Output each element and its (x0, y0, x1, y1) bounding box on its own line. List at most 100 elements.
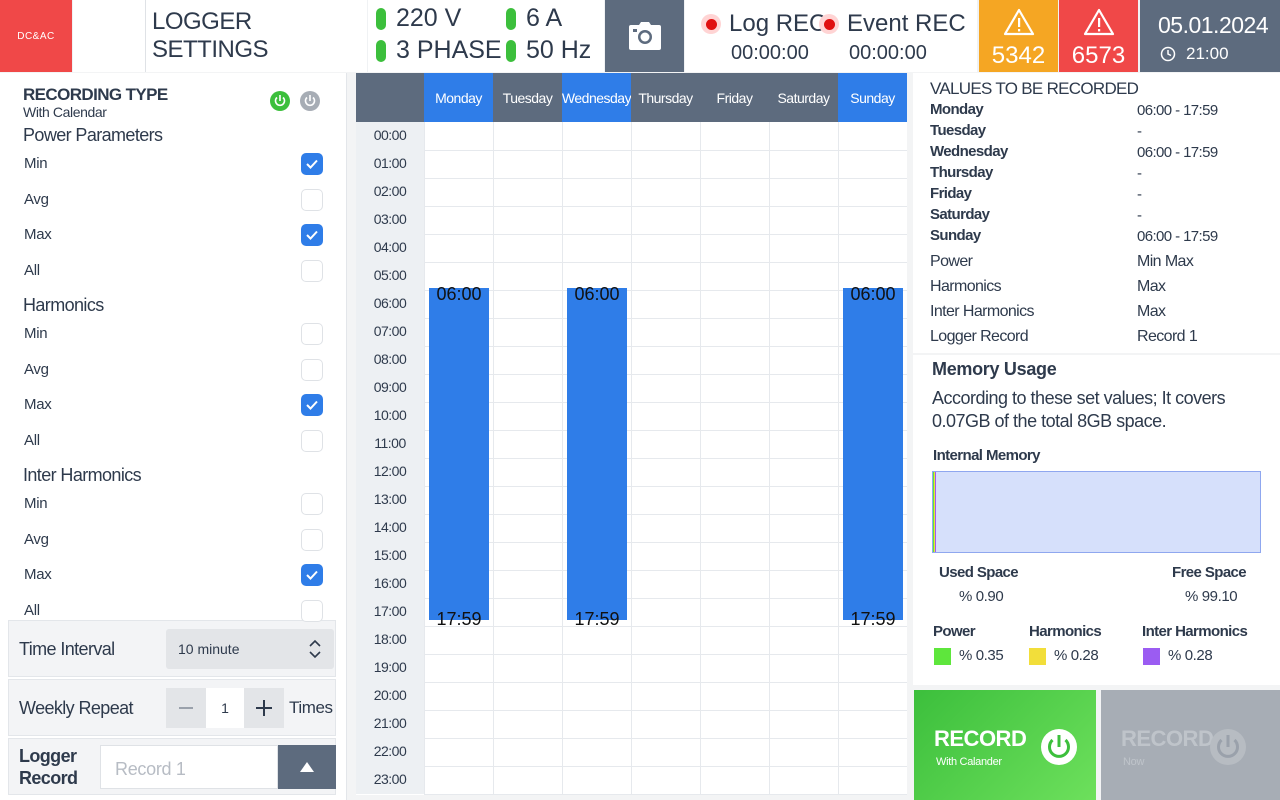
page-title-box: LOGGER SETTINGS (145, 0, 367, 72)
logger-record-input[interactable]: Record 1 (100, 745, 278, 789)
schedule-block[interactable]: 06:00 17:59 (843, 284, 903, 629)
day-header-wednesday[interactable]: Wednesday (562, 73, 632, 122)
log-rec-time: 00:00:00 (731, 42, 809, 64)
option-label: Min (24, 495, 48, 512)
option-label: Max (24, 566, 52, 583)
day-header-saturday[interactable]: Saturday (769, 73, 838, 122)
log-rec-status[interactable]: Log REC 00:00:00 (701, 10, 826, 65)
value-day-range: - (1137, 207, 1142, 224)
logo[interactable]: DC&AC (0, 0, 72, 72)
measurement-summary: 220 V 6 A 3 PHASE 50 Hz (368, 0, 604, 72)
phase-readout: 3 PHASE (376, 36, 502, 65)
now-mode-power-icon[interactable] (300, 91, 320, 111)
memory-usage-panel: Memory Usage According to these set valu… (913, 355, 1280, 685)
value-param-value: Record 1 (1137, 328, 1198, 345)
option-checkbox[interactable] (301, 224, 323, 246)
used-space-value: % 0.90 (959, 588, 1004, 605)
option-checkbox[interactable] (301, 394, 323, 416)
option-label: Max (24, 396, 52, 413)
time-interval-row: Time Interval 10 minute (8, 620, 336, 677)
value-param-label: Power (930, 253, 973, 270)
power-icon (1210, 729, 1246, 765)
option-checkbox[interactable] (301, 493, 323, 515)
weekly-repeat-value[interactable]: 1 (206, 688, 244, 728)
hour-label: 02:00 (373, 183, 407, 199)
day-header-sunday[interactable]: Sunday (838, 73, 907, 122)
record-now-button[interactable]: RECORD Now (1101, 690, 1280, 800)
header-spacer (73, 0, 145, 72)
grid-divider (424, 766, 907, 767)
inter-harmonics-category-value: % 0.28 (1168, 647, 1213, 664)
logger-record-label-line2: Record (19, 768, 78, 788)
increment-button[interactable] (244, 688, 284, 728)
hour-label: 08:00 (373, 351, 407, 367)
option-label: All (24, 431, 40, 449)
grid-divider (424, 542, 907, 543)
status-dot (376, 39, 386, 62)
option-checkbox[interactable] (301, 358, 323, 381)
block-end-time: 17:59 (574, 609, 620, 629)
critical-alarm-button[interactable]: 6573 (1059, 0, 1138, 72)
frequency-value: 50 Hz (526, 36, 592, 64)
hour-label: 10:00 (373, 407, 407, 423)
logger-record-dropdown-button[interactable] (278, 745, 336, 789)
day-header-friday[interactable]: Friday (700, 73, 769, 122)
option-checkbox[interactable] (301, 564, 323, 586)
critical-count: 6573 (1071, 42, 1126, 69)
grid-divider (424, 710, 907, 711)
option-checkbox[interactable] (301, 323, 323, 345)
day-header-tuesday[interactable]: Tuesday (493, 73, 562, 122)
event-rec-status[interactable]: Event REC 00:00:00 (819, 10, 966, 65)
clock-icon (1160, 46, 1176, 62)
calendar-corner (356, 73, 424, 122)
power-color-swatch (934, 648, 951, 665)
record-now-subtitle: Now (1123, 756, 1145, 768)
power-icon (1041, 729, 1077, 765)
calendar-mode-power-icon[interactable] (270, 91, 290, 111)
voltage-value: 220 V (396, 4, 462, 32)
option-checkbox[interactable] (301, 429, 323, 452)
time-value: 21:00 (1186, 44, 1229, 63)
check-icon (306, 230, 318, 240)
hour-label: 09:00 (373, 379, 407, 395)
hour-label: 22:00 (373, 743, 407, 759)
grid-divider (424, 262, 907, 263)
schedule-block[interactable]: 06:00 17:59 (429, 284, 489, 629)
decrement-button[interactable] (166, 688, 206, 728)
values-title: VALUES TO BE RECORDED (930, 79, 1139, 98)
block-start-time: 06:00 (436, 284, 482, 304)
option-checkbox[interactable] (301, 599, 323, 622)
status-dot (506, 39, 516, 62)
schedule-block[interactable]: 06:00 17:59 (567, 284, 627, 629)
top-bar: DC&AC LOGGER SETTINGS 220 V 6 A 3 PHASE … (0, 0, 1280, 72)
option-checkbox[interactable] (301, 153, 323, 175)
grid-divider (424, 514, 907, 515)
minus-icon (179, 707, 193, 709)
time-interval-select[interactable]: 10 minute (166, 629, 334, 669)
warning-icon (1083, 8, 1115, 36)
day-header-thursday[interactable]: Thursday (631, 73, 700, 122)
value-day-range: 06:00 - 17:59 (1137, 102, 1218, 119)
option-checkbox[interactable] (301, 259, 323, 282)
warning-alarm-button[interactable]: 5342 (979, 0, 1058, 72)
value-day-label: Tuesday (930, 122, 986, 139)
record-calendar-subtitle: With Calander (936, 756, 1002, 768)
option-checkbox[interactable] (301, 188, 323, 211)
weekly-calendar: Monday Tuesday Wednesday Thursday Friday Satu… (356, 73, 907, 795)
inter-harmonics-color-swatch (1143, 648, 1160, 665)
screenshot-button[interactable] (605, 0, 684, 72)
day-header-monday[interactable]: Monday (424, 73, 493, 122)
current-value: 6 A (526, 4, 563, 32)
value-day-label: Saturday (930, 206, 990, 223)
date-display: 05.01.2024 (1158, 12, 1269, 38)
option-checkbox[interactable] (301, 528, 323, 551)
hour-label: 14:00 (373, 519, 407, 535)
event-rec-time: 00:00:00 (849, 42, 927, 64)
record-with-calendar-button[interactable]: RECORD With Calander (914, 690, 1096, 800)
record-dot-icon (701, 14, 721, 34)
triangle-up-icon (300, 762, 314, 772)
internal-memory-title: Internal Memory (933, 447, 1040, 464)
datetime-panel[interactable]: 05.01.2024 21:00 (1140, 0, 1280, 72)
weekly-repeat-label: Weekly Repeat (19, 698, 134, 718)
logger-record-placeholder: Record 1 (115, 759, 186, 779)
